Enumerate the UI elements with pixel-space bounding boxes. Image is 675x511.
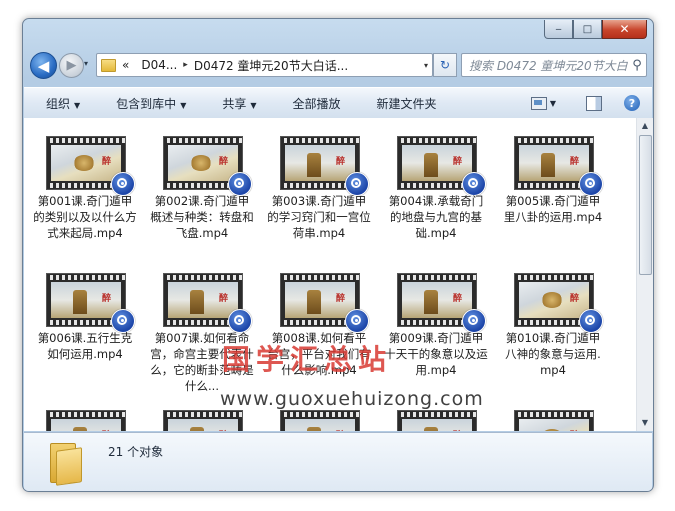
refresh-button[interactable]: ↻ (433, 53, 457, 77)
search-input[interactable]: 搜索 D0472 童坤元20节大白... (462, 57, 628, 74)
explorer-window: ‒ □ ✕ ◀ ▶ ▾ « D04... ▸ D0472 童坤元20节大白话..… (22, 18, 654, 492)
thumbnail-seal: 醉 (453, 428, 462, 431)
change-view-icon[interactable] (530, 96, 547, 110)
play-all-button[interactable]: 全部播放 (271, 95, 355, 112)
file-item[interactable]: 醉第001课.奇门遁甲的类别以及以什么方式来起局.mp4 (29, 126, 139, 256)
include-in-library-menu[interactable]: 包含到库中 ▼ (94, 95, 200, 112)
breadcrumb-item-current[interactable]: D0472 童坤元20节大白话... (194, 57, 348, 74)
share-label: 共享 (222, 96, 247, 111)
command-bar: 组织 ▼ 包含到库中 ▼ 共享 ▼ 全部播放 新建文件夹 ▼ ? (24, 87, 652, 119)
thumbnail-seal: 醉 (335, 157, 345, 167)
video-thumbnail: 醉 (163, 410, 243, 431)
file-item[interactable]: 醉 (497, 400, 607, 431)
file-name: 第001课.奇门遁甲的类别以及以什么方式来起局.mp4 (33, 194, 137, 240)
file-name: 第006课.五行生克如何运用.mp4 (37, 331, 133, 361)
organize-menu[interactable]: 组织 ▼ (24, 95, 94, 112)
thumbnail-seal: 醉 (219, 428, 228, 431)
forward-button[interactable]: ▶ (59, 53, 84, 78)
file-item[interactable]: 醉第002课.奇门遁甲概述与种类：转盘和飞盘.mp4 (146, 126, 256, 256)
back-arrow-icon: ◀ (37, 56, 50, 75)
file-item[interactable]: 醉第009课.奇门遁甲十天干的象意以及运用.mp4 (380, 263, 490, 393)
file-name: 第003课.奇门遁甲的学习窍门和一宫位荷串.mp4 (267, 194, 371, 240)
address-dropdown-icon[interactable]: ▾ (424, 61, 428, 70)
file-name: 第004课.承载奇门的地盘与九宫的基础.mp4 (388, 194, 484, 240)
view-options-dropdown[interactable]: ▼ (550, 99, 556, 108)
thumbnail-seal: 醉 (452, 157, 462, 167)
file-name: 第005课.奇门遁甲里八卦的运用.mp4 (503, 194, 603, 224)
scroll-up-button[interactable]: ▲ (637, 118, 653, 134)
navigation-bar: ◀ ▶ ▾ « D04... ▸ D0472 童坤元20节大白话... ▾ ↻ … (23, 47, 653, 83)
caption-buttons: ‒ □ ✕ (544, 20, 647, 39)
folder-icon (50, 443, 82, 486)
share-menu[interactable]: 共享 ▼ (200, 95, 270, 112)
maximize-button[interactable]: □ (573, 20, 602, 39)
video-thumbnail: 醉 (280, 410, 360, 431)
thumbnail-seal: 醉 (101, 294, 111, 304)
organize-label: 组织 (46, 96, 71, 111)
file-item[interactable]: 醉第003课.奇门遁甲的学习窍门和一宫位荷串.mp4 (263, 126, 373, 256)
scrollbar-thumb[interactable] (639, 135, 652, 275)
file-item[interactable]: 醉第005课.奇门遁甲里八卦的运用.mp4 (497, 126, 607, 256)
video-thumbnail: 醉 (514, 410, 594, 431)
close-button[interactable]: ✕ (602, 20, 647, 39)
scroll-down-button[interactable]: ▼ (637, 415, 653, 431)
folder-icon (101, 58, 116, 72)
thumbnail-seal: 醉 (102, 428, 111, 431)
address-overflow-chevron[interactable]: « (122, 58, 129, 72)
file-item[interactable]: 醉第004课.承载奇门的地盘与九宫的基础.mp4 (380, 126, 490, 256)
include-in-library-label: 包含到库中 (116, 96, 177, 111)
thumbnail-seal: 醉 (218, 294, 228, 304)
preview-pane-icon[interactable] (586, 95, 602, 111)
item-count: 21 个对象 (108, 445, 164, 459)
thumbnail-seal: 醉 (336, 428, 345, 431)
video-thumbnail: 醉 (397, 410, 477, 431)
crumb-separator-icon[interactable]: ▸ (183, 60, 188, 70)
help-icon[interactable]: ? (624, 95, 640, 111)
thumbnail-seal: 醉 (452, 294, 462, 304)
vertical-scrollbar[interactable]: ▲ ▼ (636, 118, 653, 431)
breadcrumb-item[interactable]: D04... (141, 58, 177, 72)
file-name: 第010课.奇门遁甲八神的象意与运用.mp4 (505, 331, 601, 377)
forward-arrow-icon: ▶ (66, 58, 77, 73)
details-pane: 21 个对象 (24, 432, 652, 491)
thumbnail-seal: 醉 (101, 157, 111, 167)
thumbnail-seal: 醉 (335, 294, 345, 304)
file-item[interactable]: 醉第006课.五行生克如何运用.mp4 (29, 263, 139, 393)
chevron-down-icon: ▼ (250, 100, 257, 110)
search-box[interactable]: 搜索 D0472 童坤元20节大白... ⚲ (461, 53, 647, 77)
view-controls: ▼ ? (530, 95, 652, 111)
thumbnail-seal: 醉 (570, 428, 579, 431)
chevron-down-icon: ▼ (180, 100, 187, 110)
watermark-title: 国学汇总站 (222, 343, 393, 376)
file-item[interactable]: 醉第010课.奇门遁甲八神的象意与运用.mp4 (497, 263, 607, 393)
file-name: 第009课.奇门遁甲十天干的象意以及运用.mp4 (384, 331, 488, 377)
thumbnail-seal: 醉 (569, 294, 579, 304)
thumbnail-seal: 醉 (218, 157, 228, 167)
thumbnail-seal: 醉 (569, 157, 579, 167)
video-thumbnail: 醉 (46, 410, 126, 431)
new-folder-button[interactable]: 新建文件夹 (355, 95, 451, 112)
recent-pages-button[interactable]: ▾ (84, 59, 88, 68)
address-bar[interactable]: « D04... ▸ D0472 童坤元20节大白话... ▾ (96, 53, 433, 77)
file-list: 醉第001课.奇门遁甲的类别以及以什么方式来起局.mp4 醉第002课.奇门遁甲概… (24, 118, 636, 431)
refresh-icon: ↻ (439, 58, 451, 72)
back-button[interactable]: ◀ (30, 52, 57, 79)
watermark-url: www.guoxuehuizong.com (220, 388, 484, 410)
minimize-button[interactable]: ‒ (544, 20, 573, 39)
chevron-down-icon: ▼ (74, 100, 81, 110)
search-icon[interactable]: ⚲ (628, 58, 646, 73)
file-name: 第002课.奇门遁甲概述与种类：转盘和飞盘.mp4 (150, 194, 254, 240)
file-item[interactable]: 醉 (29, 400, 139, 431)
